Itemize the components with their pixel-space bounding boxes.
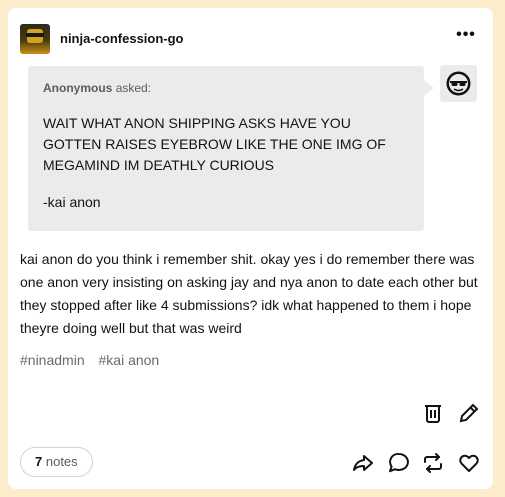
- asker-suffix: asked:: [115, 81, 152, 95]
- asker-line: Anonymous asked:: [43, 81, 409, 95]
- tag-list: #ninadmin #kai anon: [20, 352, 169, 368]
- reblog-icon[interactable]: [421, 451, 445, 475]
- answer-text: kai anon do you think i remember shit. o…: [20, 251, 478, 336]
- share-icon[interactable]: [351, 451, 375, 475]
- notes-button[interactable]: 7 notes: [20, 447, 93, 477]
- post-actions: [351, 451, 481, 475]
- anonymous-avatar-icon: [440, 65, 477, 102]
- ask-bubble: Anonymous asked: WAIT WHAT ANON SHIPPING…: [28, 66, 434, 231]
- trash-icon[interactable]: [421, 401, 445, 425]
- notes-label: notes: [45, 454, 78, 469]
- blog-name-link[interactable]: ninja-confession-go: [60, 31, 184, 46]
- avatar-mask: [26, 33, 44, 37]
- post-header: ninja-confession-go •••: [20, 24, 481, 54]
- reply-bubble-icon[interactable]: [387, 451, 411, 475]
- notes-count: 7: [35, 454, 43, 469]
- ask-question: WAIT WHAT ANON SHIPPING ASKS HAVE YOU GO…: [43, 115, 386, 173]
- more-dots-icon[interactable]: •••: [455, 26, 477, 48]
- edit-controls: [421, 401, 481, 425]
- ask-signoff: -kai anon: [43, 194, 101, 210]
- blog-avatar[interactable]: [20, 24, 50, 54]
- asker-name: Anonymous: [43, 81, 113, 95]
- post-card: ninja-confession-go ••• Anonymous asked:…: [8, 8, 493, 489]
- tag-link[interactable]: #kai anon: [99, 352, 160, 368]
- pencil-icon[interactable]: [457, 401, 481, 425]
- heart-icon[interactable]: [457, 451, 481, 475]
- tag-link[interactable]: #ninadmin: [20, 352, 85, 368]
